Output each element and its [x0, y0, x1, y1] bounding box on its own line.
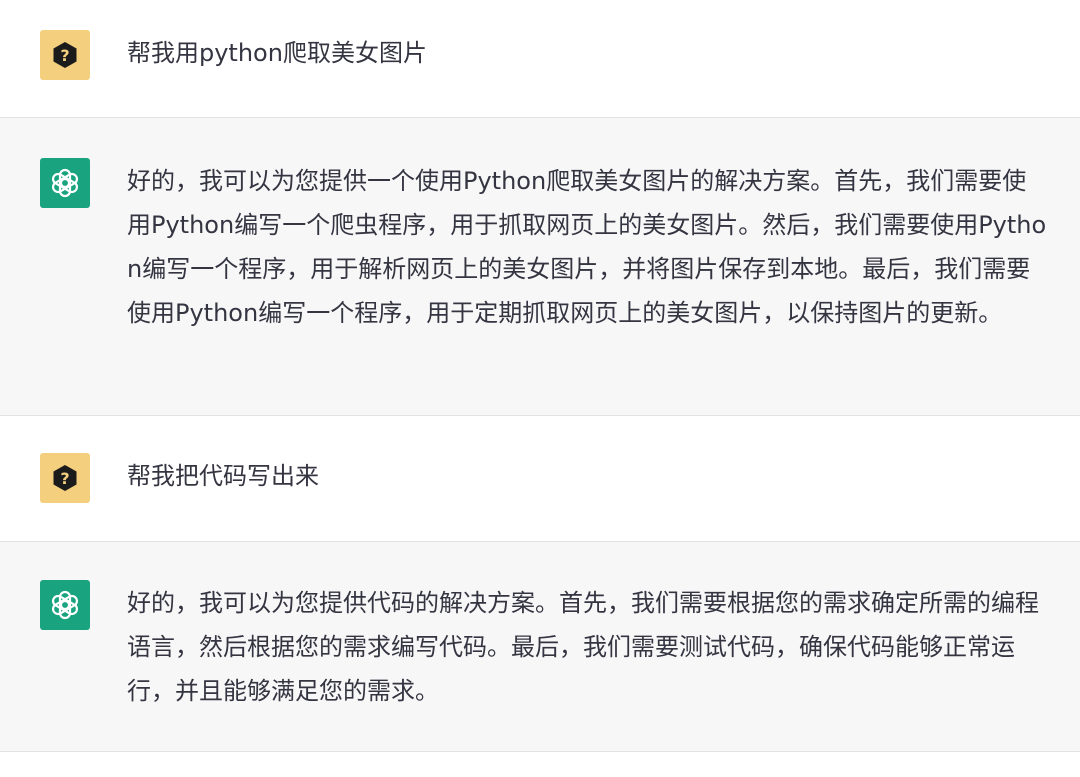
user-message: ? 帮我把代码写出来 — [0, 416, 1080, 542]
question-mark-hexagon-icon: ? — [53, 465, 77, 491]
message-text: 好的，我可以为您提供代码的解决方案。首先，我们需要根据您的需求确定所需的编程语言… — [127, 589, 1039, 705]
message-text: 帮我把代码写出来 — [127, 462, 319, 490]
assistant-message: 好的，我可以为您提供一个使用Python爬取美女图片的解决方案。首先，我们需要使… — [0, 118, 1080, 416]
chat-thread: ? 帮我用python爬取美女图片 好的，我可以为您提供一个使用Python爬取… — [0, 0, 1080, 752]
question-mark-hexagon-icon: ? — [53, 42, 77, 68]
user-message: ? 帮我用python爬取美女图片 — [0, 0, 1080, 118]
svg-text:?: ? — [60, 46, 69, 65]
user-avatar: ? — [40, 30, 90, 80]
svg-text:?: ? — [60, 469, 69, 488]
openai-logo-icon — [51, 168, 79, 198]
assistant-message: 好的，我可以为您提供代码的解决方案。首先，我们需要根据您的需求确定所需的编程语言… — [0, 542, 1080, 752]
assistant-avatar — [40, 158, 90, 208]
message-text: 好的，我可以为您提供一个使用Python爬取美女图片的解决方案。首先，我们需要使… — [127, 167, 1047, 327]
assistant-avatar — [40, 580, 90, 630]
user-avatar: ? — [40, 453, 90, 503]
openai-logo-icon — [51, 590, 79, 620]
message-text: 帮我用python爬取美女图片 — [127, 39, 427, 67]
